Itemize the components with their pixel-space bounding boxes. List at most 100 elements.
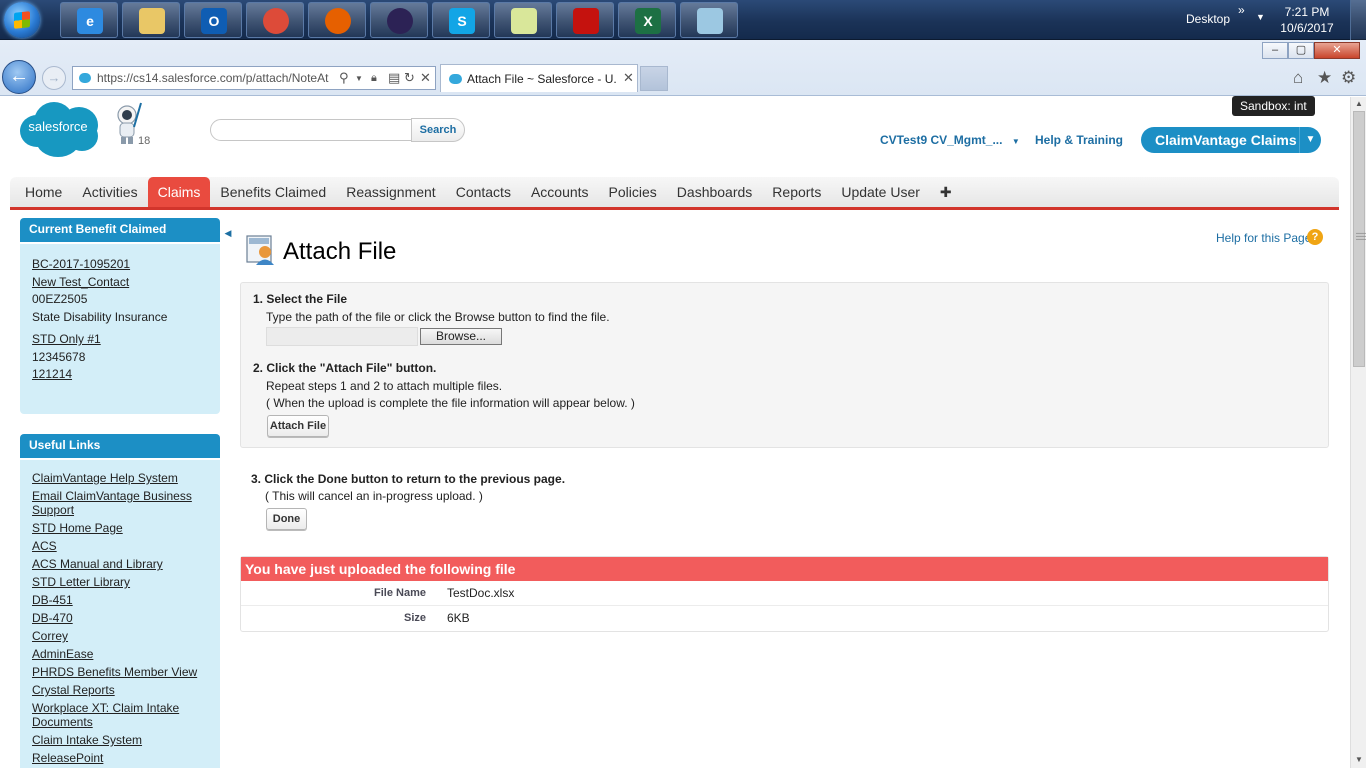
taskbar-app-button[interactable]: O	[184, 2, 242, 38]
logo-text: salesforce	[28, 119, 88, 134]
nav-tab[interactable]: Reassignment	[336, 177, 446, 207]
compatibility-view-icon[interactable]: ▤	[388, 70, 400, 86]
dropdown-arrow-icon[interactable]: ▼	[355, 74, 363, 83]
nav-tab[interactable]: Home	[15, 177, 72, 207]
restore-button[interactable]: ▢	[1288, 42, 1314, 59]
file-size-label: Size	[403, 612, 426, 624]
scrollbar-thumb[interactable]: — — —	[1353, 111, 1366, 367]
uploaded-file-panel: You have just uploaded the following fil…	[240, 556, 1329, 632]
home-icon[interactable]: ⌂	[1293, 68, 1303, 88]
page-scrollbar[interactable]: ▲ — — — ▼	[1350, 97, 1366, 768]
nav-tab[interactable]: Benefits Claimed	[210, 177, 336, 207]
useful-link[interactable]: STD Letter Library	[32, 575, 208, 589]
address-bar[interactable]: https://cs14.salesforce.com/p/attach/Not…	[72, 66, 436, 90]
search-button[interactable]: Search	[411, 118, 465, 142]
tray-overflow-icon[interactable]: ▼	[1256, 12, 1265, 22]
nav-tab[interactable]: Contacts	[446, 177, 521, 207]
tab-title: Attach File ~ Salesforce - U...	[467, 72, 617, 86]
useful-link[interactable]: DB-470	[32, 611, 208, 625]
taskbar-app-button[interactable]	[494, 2, 552, 38]
system-clock[interactable]: 7:21 PM 10/6/2017	[1276, 4, 1338, 36]
start-button[interactable]	[4, 2, 40, 38]
tab-close-icon[interactable]: ✕	[623, 70, 634, 86]
help-icon[interactable]: ?	[1307, 229, 1323, 245]
taskbar-app-button[interactable]	[370, 2, 428, 38]
salesforce-favicon-icon	[449, 74, 462, 84]
done-button[interactable]: Done	[266, 508, 307, 530]
salesforce-logo[interactable]: salesforce	[16, 99, 100, 157]
taskbar-app-button[interactable]	[308, 2, 366, 38]
useful-link[interactable]: ReleasePoint	[32, 751, 208, 765]
help-for-page-link[interactable]: Help for this Page	[1216, 231, 1311, 245]
scroll-up-icon[interactable]: ▲	[1351, 97, 1366, 111]
search-icon[interactable]: ⚲	[339, 70, 349, 86]
site-favicon-icon	[79, 73, 91, 83]
user-menu[interactable]: CVTest9 CV_Mgmt_... ▼	[880, 133, 1020, 147]
current-benefit-link[interactable]: New Test_Contact	[32, 275, 129, 289]
taskbar-app-button[interactable]	[246, 2, 304, 38]
file-name-row: File Name TestDoc.xlsx	[241, 581, 1328, 606]
nav-tab[interactable]: Dashboards	[667, 177, 763, 207]
file-path-field[interactable]	[266, 327, 418, 346]
refresh-icon[interactable]: ↻	[404, 70, 415, 86]
useful-link[interactable]: ACS	[32, 539, 208, 553]
useful-link[interactable]: ACS Manual and Library	[32, 557, 208, 571]
nav-tab[interactable]: Reports	[762, 177, 831, 207]
help-training-link[interactable]: Help & Training	[1035, 133, 1123, 147]
chrome-icon	[263, 8, 289, 34]
search-input[interactable]	[210, 119, 412, 141]
stop-icon[interactable]: ✕	[420, 70, 431, 86]
show-desktop-button[interactable]	[1350, 0, 1366, 40]
taskbar-app-button[interactable]	[556, 2, 614, 38]
useful-link[interactable]: Workplace XT: Claim Intake Documents	[32, 701, 208, 729]
file-name-label: File Name	[374, 587, 426, 599]
current-benefit-link[interactable]: BC-2017-1095201	[32, 257, 130, 271]
useful-link[interactable]: ClaimVantage Help System	[32, 471, 208, 485]
useful-link[interactable]: PHRDS Benefits Member View	[32, 665, 208, 679]
browse-button[interactable]: Browse...	[420, 328, 502, 345]
browser-tab-active[interactable]: Attach File ~ Salesforce - U... ✕	[440, 64, 638, 92]
nav-tab[interactable]: Claims	[147, 177, 211, 207]
settings-gear-icon[interactable]: ⚙	[1341, 68, 1356, 88]
taskbar-app-button[interactable]: e	[60, 2, 118, 38]
useful-link[interactable]: Correy	[32, 629, 208, 643]
attach-file-button[interactable]: Attach File	[267, 415, 329, 437]
taskbar-app-button[interactable]: X	[618, 2, 676, 38]
useful-links-panel: ClaimVantage Help System Email ClaimVanta…	[20, 460, 220, 768]
taskbar-app-button[interactable]	[680, 2, 738, 38]
useful-link[interactable]: STD Home Page	[32, 521, 208, 535]
favorites-star-icon[interactable]: ★	[1317, 68, 1332, 88]
nav-tab[interactable]: Update User	[831, 177, 930, 207]
outlook-icon: O	[201, 8, 227, 34]
toolbar-expand-icon[interactable]: »	[1238, 3, 1245, 17]
scroll-down-icon[interactable]: ▼	[1351, 753, 1366, 767]
taskbar-app-button[interactable]: S	[432, 2, 490, 38]
taskbar-app-button[interactable]	[122, 2, 180, 38]
nav-tab[interactable]: Policies	[599, 177, 667, 207]
useful-link[interactable]: AdminEase	[32, 647, 208, 661]
url-text[interactable]: https://cs14.salesforce.com/p/attach/Not…	[97, 71, 335, 85]
clock-date: 10/6/2017	[1280, 21, 1334, 35]
useful-link[interactable]: Email ClaimVantage Business Support	[32, 489, 208, 517]
useful-link[interactable]: Crystal Reports	[32, 683, 208, 697]
app-switcher-button[interactable]: ClaimVantage Claims ▼	[1141, 127, 1321, 153]
useful-link[interactable]: Claim Intake System	[32, 733, 208, 747]
nav-tab[interactable]: Activities	[72, 177, 147, 207]
new-tab-button[interactable]	[640, 66, 668, 91]
forward-button[interactable]: →	[42, 66, 66, 90]
lock-icon[interactable]: 🔒︎	[371, 72, 377, 85]
nav-tab[interactable]: Accounts	[521, 177, 599, 207]
current-benefit-value: State Disability Insurance	[32, 310, 168, 324]
add-tab-plus-icon[interactable]: ✚	[930, 177, 962, 207]
step3-title: 3. Click the Done button to return to th…	[251, 472, 566, 486]
app-switcher-label: ClaimVantage Claims	[1155, 132, 1297, 148]
current-benefit-link[interactable]: 121214	[32, 367, 72, 381]
current-benefit-link[interactable]: STD Only #1	[32, 332, 101, 346]
collapse-sidebar-icon[interactable]: ◀	[222, 218, 234, 248]
minimize-button[interactable]: –	[1262, 42, 1288, 59]
useful-link[interactable]: DB-451	[32, 593, 208, 607]
desktop-toolbar-label[interactable]: Desktop	[1186, 12, 1230, 26]
back-button[interactable]: ←	[2, 60, 36, 94]
windows-logo-icon	[14, 11, 30, 29]
close-window-button[interactable]: ✕	[1314, 42, 1360, 59]
